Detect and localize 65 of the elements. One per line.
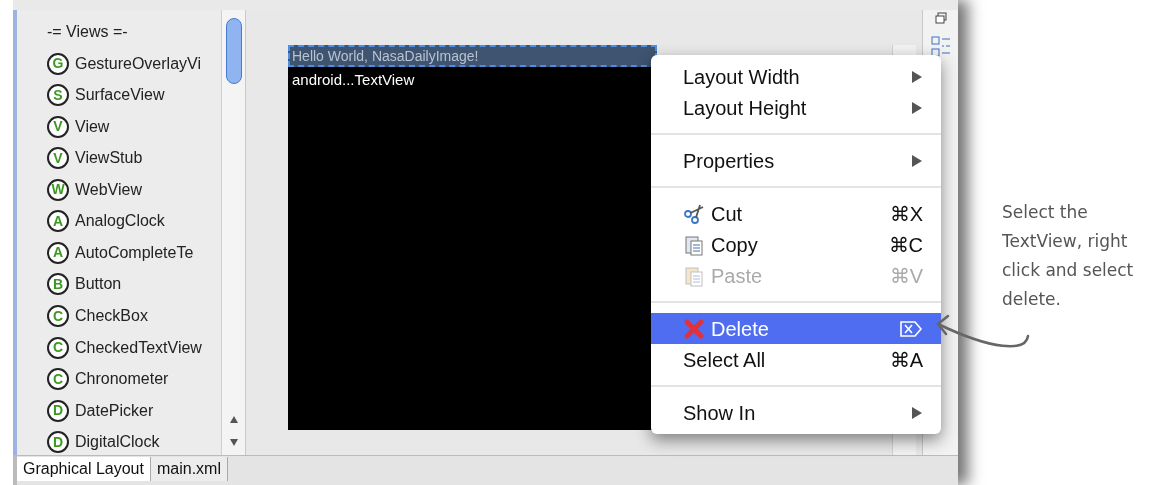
selected-textview[interactable]: Hello World, NasaDailyImage! xyxy=(288,45,657,67)
menu-item[interactable]: Copy ⌘C xyxy=(651,229,941,260)
delete-key-icon xyxy=(899,319,923,338)
palette-item-label: AnalogClock xyxy=(75,211,165,232)
menu-item[interactable]: Cut ⌘X xyxy=(651,198,941,229)
menu-item[interactable]: Select All ⌘A xyxy=(651,344,941,375)
palette-item[interactable]: W WebView xyxy=(47,177,221,203)
palette-item[interactable]: S SurfaceView xyxy=(47,82,221,109)
submenu-arrow-icon xyxy=(911,153,923,168)
submenu-arrow-icon xyxy=(911,405,923,420)
view-type-letter: V xyxy=(47,115,69,138)
palette-item-label: Chronometer xyxy=(75,369,169,390)
menu-item[interactable]: Layout Height xyxy=(651,92,941,123)
submenu-arrow-icon xyxy=(911,69,923,84)
palette-item-label: SurfaceView xyxy=(75,85,165,106)
view-type-letter: W xyxy=(47,178,69,201)
view-type-letter: A xyxy=(47,241,69,264)
palette-item[interactable]: C CheckBox xyxy=(47,303,221,329)
view-type-letter: A xyxy=(47,210,69,233)
view-type-letter: G xyxy=(47,52,69,75)
scroll-down-icon[interactable] xyxy=(228,438,239,447)
palette-item-label: DatePicker xyxy=(75,400,154,421)
palette-item-label: AutoCompleteTe xyxy=(75,242,194,263)
scrollbar-thumb[interactable] xyxy=(225,18,242,84)
view-type-letter: D xyxy=(47,431,69,454)
menu-item[interactable]: Properties xyxy=(651,145,941,176)
view-type-letter: S xyxy=(47,84,69,107)
view-type-letter: C xyxy=(47,368,69,391)
view-type-letter: C xyxy=(47,336,69,359)
delete-x-icon xyxy=(683,317,705,340)
palette-item-label: View xyxy=(75,116,110,137)
palette-heading: -= Views =- xyxy=(47,22,129,42)
restore-window-icon[interactable] xyxy=(934,12,947,24)
palette-item-label: Button xyxy=(75,274,122,295)
palette-item-label: DigitalClock xyxy=(75,432,160,453)
palette-item[interactable]: D DigitalClock xyxy=(47,429,221,455)
annotation-note: Select the TextView, right click and select delete. xyxy=(1002,201,1135,311)
palette-item[interactable]: G GestureOverlayVi xyxy=(47,51,221,77)
view-type-letter: V xyxy=(47,147,69,170)
palette-item[interactable]: D DatePicker xyxy=(47,397,221,424)
menu-item[interactable]: Show In xyxy=(651,397,941,428)
editor-tab[interactable]: Graphical Layout xyxy=(17,457,151,481)
palette-item[interactable]: C CheckedTextView xyxy=(47,334,221,361)
palette-item[interactable]: V View xyxy=(47,114,221,140)
palette-item[interactable]: A AutoCompleteTe xyxy=(47,240,221,266)
scroll-up-icon[interactable] xyxy=(228,415,239,424)
textview-hint: android...TextView xyxy=(291,70,416,90)
palette-item-label: GestureOverlayVi xyxy=(75,53,201,74)
copy-icon xyxy=(683,233,705,256)
palette-item-label: WebView xyxy=(75,179,142,200)
view-type-letter: C xyxy=(47,305,69,327)
palette-item-label: ViewStub xyxy=(75,148,143,169)
scissors-icon xyxy=(683,202,705,225)
palette-item[interactable]: A AnalogClock xyxy=(47,208,221,235)
menu-item[interactable]: Delete xyxy=(651,313,941,344)
clipboard-icon xyxy=(683,264,705,287)
editor-tab[interactable]: main.xml xyxy=(150,457,228,481)
palette-item[interactable]: B Button xyxy=(47,271,221,298)
submenu-arrow-icon xyxy=(911,100,923,115)
palette-item-label: CheckBox xyxy=(75,306,148,326)
palette-item[interactable]: V ViewStub xyxy=(47,145,221,172)
palette-item[interactable]: C Chronometer xyxy=(47,366,221,392)
view-type-letter: B xyxy=(47,273,69,296)
palette-item-label: CheckedTextView xyxy=(75,337,202,358)
view-type-letter: D xyxy=(47,399,69,422)
